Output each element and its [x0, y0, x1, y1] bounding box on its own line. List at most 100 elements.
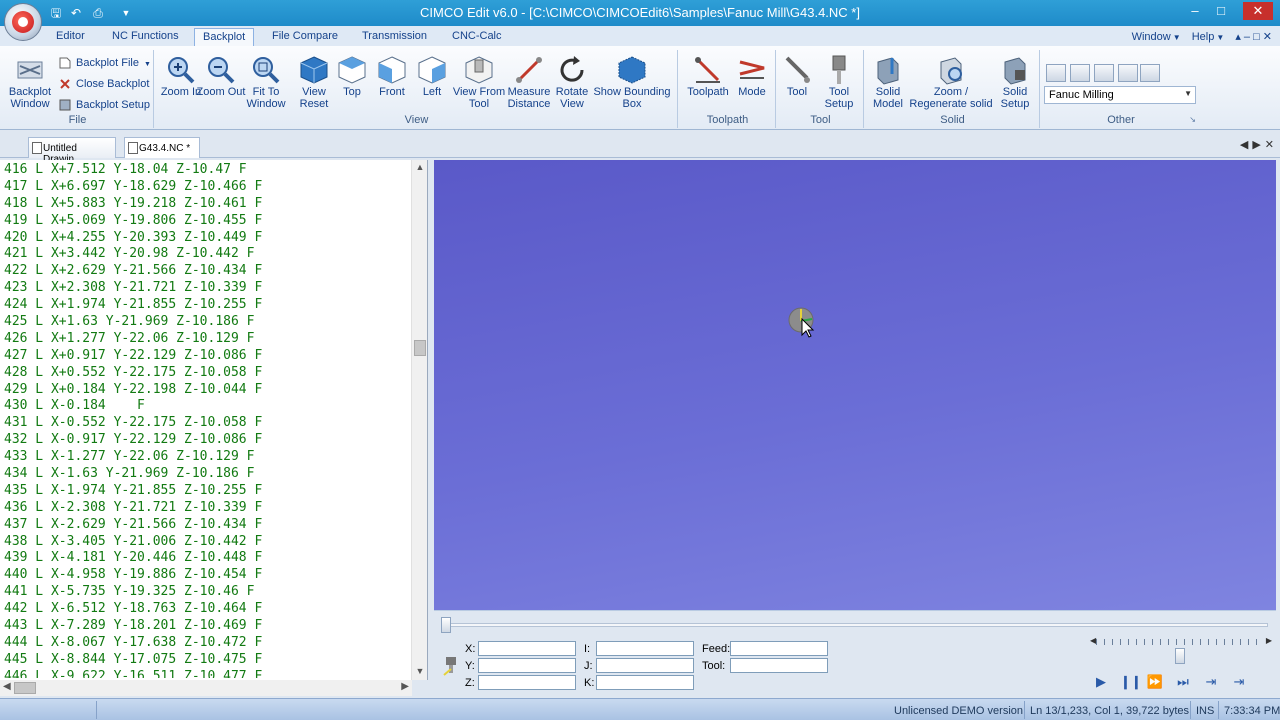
code-line[interactable]: 432 L X-0.917 Y-22.129 Z-10.086 F: [4, 432, 408, 449]
horizontal-scrollbar[interactable]: ◀ ▶: [0, 680, 412, 696]
other-toggle-3-icon[interactable]: [1094, 64, 1114, 82]
solid-model-button[interactable]: Solid Model: [862, 52, 914, 114]
window-menu[interactable]: Window: [1132, 31, 1171, 43]
tab-backplot[interactable]: Backplot: [194, 28, 255, 47]
help-menu[interactable]: Help: [1192, 31, 1215, 43]
speed-slider-ticks: [1096, 639, 1264, 645]
other-toggle-4-icon[interactable]: [1118, 64, 1138, 82]
tab-scroll-left-icon[interactable]: ◀: [1240, 139, 1248, 151]
tool-setup-button[interactable]: Tool Setup: [816, 52, 862, 114]
code-line[interactable]: 436 L X-2.308 Y-21.721 Z-10.339 F: [4, 500, 408, 517]
code-line[interactable]: 418 L X+5.883 Y-19.218 Z-10.461 F: [4, 196, 408, 213]
run-to-end-button[interactable]: ⇥: [1230, 673, 1248, 691]
scroll-thumb[interactable]: [414, 340, 426, 356]
close-button[interactable]: ✕: [1243, 2, 1273, 20]
code-line[interactable]: 429 L X+0.184 Y-22.198 Z-10.044 F: [4, 382, 408, 399]
backplot-viewport[interactable]: [434, 160, 1276, 610]
backplot-window-button[interactable]: Backplot Window: [4, 52, 56, 114]
print-icon[interactable]: ⎙: [90, 5, 106, 21]
save-icon[interactable]: 🖫: [48, 5, 64, 21]
code-line[interactable]: 441 L X-5.735 Y-19.325 Z-10.46 F: [4, 584, 408, 601]
help-menu-dropdown-icon[interactable]: ▼: [1216, 33, 1224, 42]
code-line[interactable]: 431 L X-0.552 Y-22.175 Z-10.058 F: [4, 415, 408, 432]
close-backplot-icon: [60, 79, 70, 89]
tab-scroll-right-icon[interactable]: ▶: [1252, 139, 1260, 151]
mdi-controls[interactable]: ▴ – □ ✕: [1235, 31, 1272, 43]
speed-slider[interactable]: ◀ ▶: [1090, 636, 1272, 664]
code-line[interactable]: 437 L X-2.629 Y-21.566 Z-10.434 F: [4, 517, 408, 534]
code-line[interactable]: 424 L X+1.974 Y-21.855 Z-10.255 F: [4, 297, 408, 314]
undo-icon[interactable]: ↶: [68, 5, 84, 21]
scroll-right-icon[interactable]: ▶: [401, 681, 409, 692]
hscroll-thumb[interactable]: [14, 682, 36, 694]
qat-dropdown-icon[interactable]: ▼: [118, 5, 134, 21]
speed-increase-icon[interactable]: ▶: [1266, 636, 1272, 645]
mode-button[interactable]: Mode: [724, 52, 780, 114]
code-line[interactable]: 435 L X-1.974 Y-21.855 Z-10.255 F: [4, 483, 408, 500]
speed-knob[interactable]: [1175, 648, 1185, 664]
code-line[interactable]: 427 L X+0.917 Y-22.129 Z-10.086 F: [4, 348, 408, 365]
step-forward-button[interactable]: ⏩: [1146, 673, 1164, 691]
code-line[interactable]: 440 L X-4.958 Y-19.886 Z-10.454 F: [4, 567, 408, 584]
maximize-button[interactable]: □: [1210, 2, 1232, 20]
other-toggle-1-icon[interactable]: [1046, 64, 1066, 82]
code-line[interactable]: 416 L X+7.512 Y-18.04 Z-10.47 F: [4, 162, 408, 179]
fast-forward-button[interactable]: ⏭: [1174, 673, 1192, 691]
code-line[interactable]: 442 L X-6.512 Y-18.763 Z-10.464 F: [4, 601, 408, 618]
pause-button[interactable]: ❙❙: [1120, 673, 1142, 691]
solid-setup-button[interactable]: Solid Setup: [988, 52, 1042, 114]
minimize-button[interactable]: –: [1184, 2, 1206, 20]
close-backplot-button[interactable]: Close Backplot: [58, 75, 149, 93]
dialog-launcher-icon[interactable]: ↘: [1189, 115, 1196, 124]
scroll-down-icon[interactable]: ▼: [414, 666, 426, 678]
code-line[interactable]: 421 L X+3.442 Y-20.98 Z-10.442 F: [4, 246, 408, 263]
code-line[interactable]: 443 L X-7.289 Y-18.201 Z-10.469 F: [4, 618, 408, 635]
simulation-progress[interactable]: [441, 617, 1268, 633]
backplot-setup-button[interactable]: Backplot Setup: [58, 96, 150, 114]
code-line[interactable]: 434 L X-1.63 Y-21.969 Z-10.186 F: [4, 466, 408, 483]
tab-transmission[interactable]: Transmission: [354, 28, 435, 47]
code-line[interactable]: 417 L X+6.697 Y-18.629 Z-10.466 F: [4, 179, 408, 196]
code-line[interactable]: 430 L X-0.184 F: [4, 398, 408, 415]
code-line[interactable]: 428 L X+0.552 Y-22.175 Z-10.058 F: [4, 365, 408, 382]
scroll-up-icon[interactable]: ▲: [414, 162, 426, 174]
backplot-file-button[interactable]: Backplot File ▼: [58, 54, 151, 72]
other-toggle-2-icon[interactable]: [1070, 64, 1090, 82]
code-line[interactable]: 445 L X-8.844 Y-17.075 Z-10.475 F: [4, 652, 408, 669]
show-bounding-box-button[interactable]: Show Bounding Box: [592, 52, 672, 114]
doc-tab-untitled[interactable]: Untitled Drawin: [28, 137, 116, 165]
zoom-regenerate-button[interactable]: Zoom / Regenerate solid: [908, 52, 994, 114]
close-doc-icon[interactable]: ✕: [1265, 139, 1274, 151]
code-line[interactable]: 423 L X+2.308 Y-21.721 Z-10.339 F: [4, 280, 408, 297]
code-lines[interactable]: 416 L X+7.512 Y-18.04 Z-10.47 F 417 L X+6…: [4, 162, 408, 678]
progress-knob[interactable]: [441, 617, 451, 633]
play-button[interactable]: ▶: [1092, 673, 1110, 691]
code-line[interactable]: 419 L X+5.069 Y-19.806 Z-10.455 F: [4, 213, 408, 230]
tool-button[interactable]: Tool: [774, 52, 820, 114]
code-line[interactable]: 438 L X-3.405 Y-21.006 Z-10.442 F: [4, 534, 408, 551]
code-line[interactable]: 425 L X+1.63 Y-21.969 Z-10.186 F: [4, 314, 408, 331]
doc-tab-g43[interactable]: G43.4.NC *: [124, 137, 200, 158]
tab-file-compare[interactable]: File Compare: [264, 28, 346, 47]
code-line[interactable]: 426 L X+1.277 Y-22.06 Z-10.129 F: [4, 331, 408, 348]
code-line[interactable]: 420 L X+4.255 Y-20.393 Z-10.449 F: [4, 230, 408, 247]
code-line[interactable]: 444 L X-8.067 Y-17.638 Z-10.472 F: [4, 635, 408, 652]
machine-select[interactable]: Fanuc Milling ▼: [1044, 86, 1196, 104]
code-line[interactable]: 446 L X-9.622 Y-16.511 Z-10.477 F: [4, 669, 408, 678]
view-from-tool-button[interactable]: View From Tool: [450, 52, 508, 114]
code-line[interactable]: 439 L X-4.181 Y-20.446 Z-10.448 F: [4, 550, 408, 567]
run-to-button[interactable]: ⇥: [1202, 673, 1220, 691]
rotate-view-button[interactable]: Rotate View: [546, 52, 598, 114]
fit-to-window-button[interactable]: Fit To Window: [238, 52, 294, 114]
tab-nc-functions[interactable]: NC Functions: [104, 28, 187, 47]
code-line[interactable]: 433 L X-1.277 Y-22.06 Z-10.129 F: [4, 449, 408, 466]
scroll-left-icon[interactable]: ◀: [3, 681, 11, 692]
window-menu-dropdown-icon[interactable]: ▼: [1173, 33, 1181, 42]
other-toggle-5-icon[interactable]: [1140, 64, 1160, 82]
code-editor[interactable]: 416 L X+7.512 Y-18.04 Z-10.47 F 417 L X+6…: [0, 160, 428, 680]
tab-editor[interactable]: Editor: [48, 28, 93, 47]
tab-cnc-calc[interactable]: CNC-Calc: [444, 28, 510, 47]
vertical-scrollbar[interactable]: ▲ ▼: [411, 160, 427, 680]
app-logo[interactable]: [4, 3, 42, 41]
code-line[interactable]: 422 L X+2.629 Y-21.566 Z-10.434 F: [4, 263, 408, 280]
